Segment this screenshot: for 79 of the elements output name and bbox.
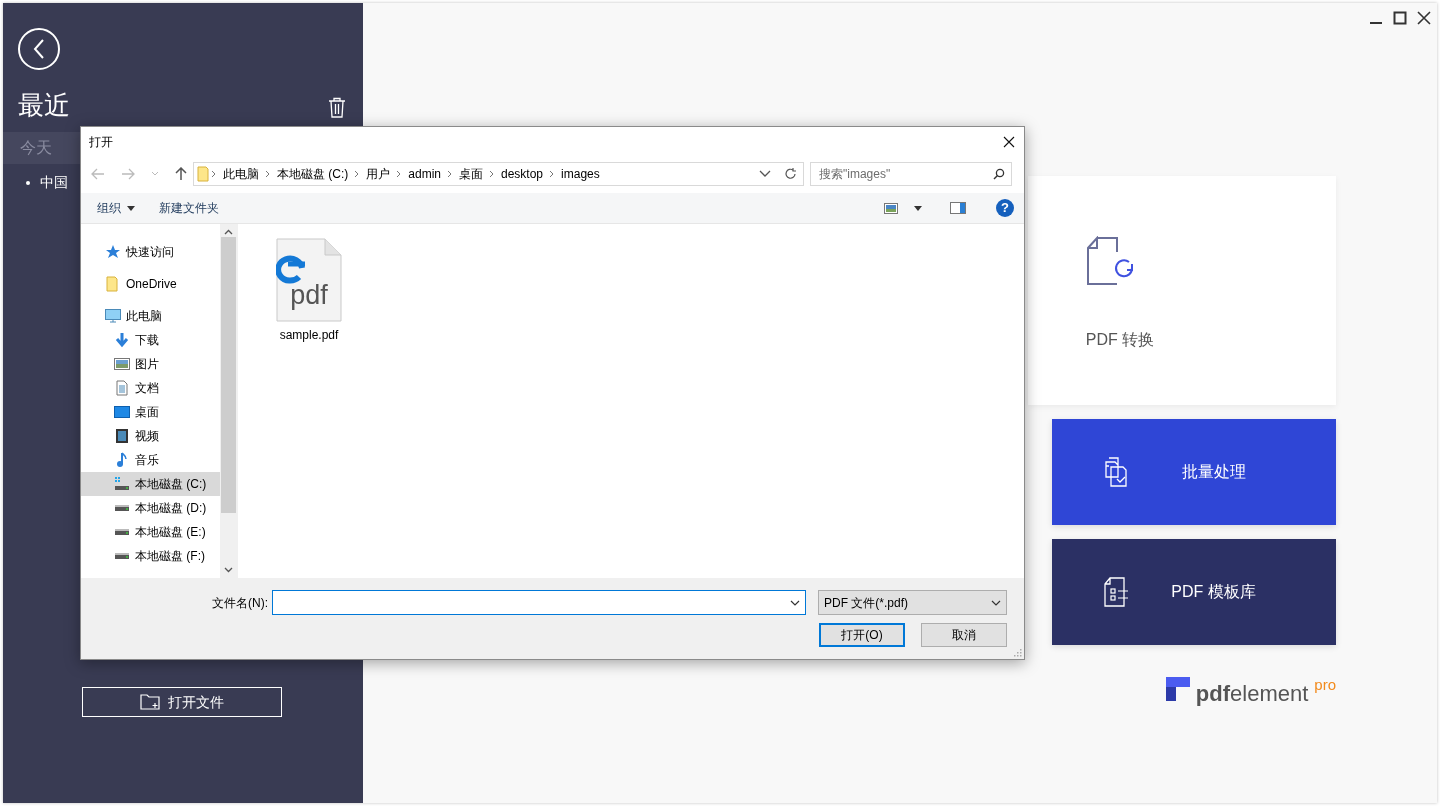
help-button[interactable]: ?: [996, 199, 1014, 217]
breadcrumb-item[interactable]: desktop: [497, 165, 548, 183]
file-type-select[interactable]: PDF 文件(*.pdf): [818, 590, 1007, 615]
back-button[interactable]: [18, 28, 60, 70]
nav-item[interactable]: 本地磁盘 (C:): [81, 472, 220, 496]
breadcrumb-item[interactable]: 桌面: [455, 165, 487, 183]
scrollbar[interactable]: [220, 224, 237, 578]
folder-icon: [105, 276, 121, 292]
nav-item[interactable]: OneDrive: [81, 272, 220, 296]
computer-icon: [105, 308, 121, 324]
nav-item[interactable]: 快速访问: [81, 240, 220, 264]
field-label: 文件名(N):: [212, 594, 268, 612]
nav-item[interactable]: 本地磁盘 (D:): [81, 496, 220, 520]
close-icon: [1003, 136, 1015, 148]
document-icon: [114, 380, 130, 396]
recent-file-name[interactable]: 中国: [40, 172, 68, 193]
music-note-icon: [114, 452, 130, 468]
dropdown-icon[interactable]: [790, 599, 800, 606]
picture-icon: [114, 356, 130, 372]
view-icon[interactable]: [884, 202, 898, 214]
drive-icon: [114, 476, 130, 492]
dialog-title: 打开: [89, 134, 113, 151]
nav-item[interactable]: 下载: [81, 328, 220, 352]
trash-icon[interactable]: [328, 97, 346, 118]
dialog-button[interactable]: 打开(O): [819, 623, 905, 647]
template-icon: [1103, 577, 1131, 607]
breadcrumb-item[interactable]: 本地磁盘 (C:): [273, 165, 353, 183]
refresh-icon[interactable]: [784, 167, 798, 181]
up-arrow-icon[interactable]: [175, 167, 187, 181]
breadcrumb-item[interactable]: admin: [404, 165, 445, 183]
maximize-icon[interactable]: [1393, 11, 1407, 25]
dialog-button[interactable]: 取消: [921, 623, 1007, 647]
bullet-icon: [26, 180, 30, 185]
resize-grip-icon[interactable]: [1014, 649, 1022, 657]
search-field[interactable]: 搜索"images": [810, 162, 1012, 186]
folder-add-icon: [140, 694, 160, 710]
drive-icon: [115, 553, 129, 559]
breadcrumb-item[interactable]: 此电脑: [219, 165, 263, 183]
pdf-convert-card[interactable]: PDF 转换: [1028, 176, 1336, 405]
download-arrow-icon: [114, 332, 130, 348]
scroll-down-icon: [224, 567, 233, 573]
file-type-text: pdf: [289, 282, 329, 309]
nav-item[interactable]: 此电脑: [81, 304, 220, 328]
nav-item[interactable]: 桌面: [81, 400, 220, 424]
logo-wordmark: pdfelement: [1195, 683, 1309, 705]
dropdown-icon[interactable]: [759, 170, 771, 178]
file-item[interactable]: pdf sample.pdf: [274, 238, 344, 344]
monitor-icon: [114, 404, 130, 420]
breadcrumb-item[interactable]: 用户: [362, 165, 395, 183]
drive-icon: [115, 529, 129, 535]
toolbar-button[interactable]: 组织: [91, 197, 141, 219]
nav-item[interactable]: 文档: [81, 376, 220, 400]
film-icon: [114, 428, 130, 444]
logo-icon: [1165, 677, 1190, 701]
toolbar-button[interactable]: 新建文件夹: [153, 197, 225, 219]
nav-item[interactable]: 音乐: [81, 448, 220, 472]
edition-label: pro: [1314, 677, 1336, 692]
nav-item[interactable]: 本地磁盘 (E:): [81, 520, 220, 544]
tool-button[interactable]: 批量处理: [1052, 419, 1336, 525]
folder-icon: [197, 166, 209, 182]
breadcrumb-item[interactable]: images: [557, 165, 604, 183]
open-file-button[interactable]: 打开文件: [82, 687, 282, 717]
back-icon: [32, 38, 46, 60]
tool-button[interactable]: PDF 模板库: [1052, 539, 1336, 645]
section-title: 最近: [18, 92, 70, 118]
star-icon: [105, 244, 121, 260]
nav-item[interactable]: 本地磁盘 (F:): [81, 544, 220, 568]
dropdown-icon: [991, 599, 1001, 606]
filename-field[interactable]: [272, 590, 806, 615]
preview-pane-icon[interactable]: [950, 202, 966, 214]
scroll-up-icon: [224, 229, 233, 235]
search-icon: [993, 168, 1005, 180]
address-bar[interactable]: 此电脑 本地磁盘 (C:) 用户 admin 桌面 desktop images: [193, 162, 804, 186]
nav-item[interactable]: 图片: [81, 352, 220, 376]
caret-icon[interactable]: [914, 205, 922, 211]
pdf-file-icon: [276, 238, 342, 322]
nav-item[interactable]: 视频: [81, 424, 220, 448]
drive-icon: [115, 505, 129, 511]
close-icon[interactable]: [1417, 11, 1431, 25]
